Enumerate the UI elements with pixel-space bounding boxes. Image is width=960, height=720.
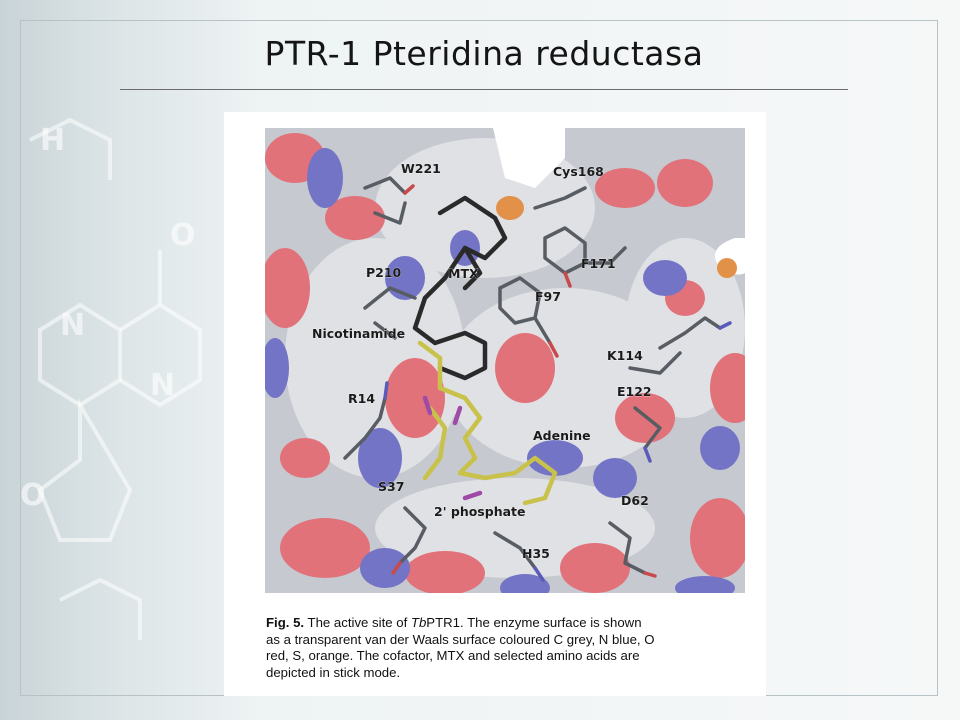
figure-caption: Fig. 5. The active site of TbPTR1. The e… <box>266 615 746 681</box>
caption-line-3: red, S, orange. The cofactor, MTX and se… <box>266 648 640 663</box>
label-w221: W221 <box>401 161 441 176</box>
label-e122: E122 <box>617 384 652 399</box>
caption-line-4: depicted in stick mode. <box>266 664 401 680</box>
label-adenine: Adenine <box>533 428 591 443</box>
active-site-surface-image: W221 Cys168 MTX P210 F171 F97 Nicotinami… <box>265 128 745 593</box>
label-r14: R14 <box>348 391 375 406</box>
caption-fig-label: Fig. 5. <box>266 615 305 630</box>
slide-title: PTR-1 Pteridina reductasa <box>264 34 704 73</box>
caption-text-1a: The active site of <box>307 615 411 630</box>
label-2-phosphate: 2' phosphate <box>434 504 526 519</box>
title-divider <box>120 89 848 90</box>
label-cys168: Cys168 <box>553 164 604 179</box>
label-s37: S37 <box>378 479 404 494</box>
figure-panel: W221 Cys168 MTX P210 F171 F97 Nicotinami… <box>224 112 766 696</box>
label-f97: F97 <box>535 289 561 304</box>
label-f171: F171 <box>581 256 616 271</box>
label-mtx: MTX <box>448 266 479 281</box>
caption-organism: Tb <box>410 615 427 630</box>
label-k114: K114 <box>607 348 643 363</box>
caption-line-2: as a transparent van der Waals surface c… <box>266 631 655 647</box>
label-d62: D62 <box>621 493 649 508</box>
caption-text-1b: PTR1. The enzyme surface is shown <box>426 615 642 630</box>
label-h35: H35 <box>522 546 550 561</box>
caption-line-1: Fig. 5. The active site of TbPTR1. The e… <box>266 615 746 632</box>
label-nicotinamide: Nicotinamide <box>312 326 405 341</box>
label-p210: P210 <box>366 265 402 280</box>
